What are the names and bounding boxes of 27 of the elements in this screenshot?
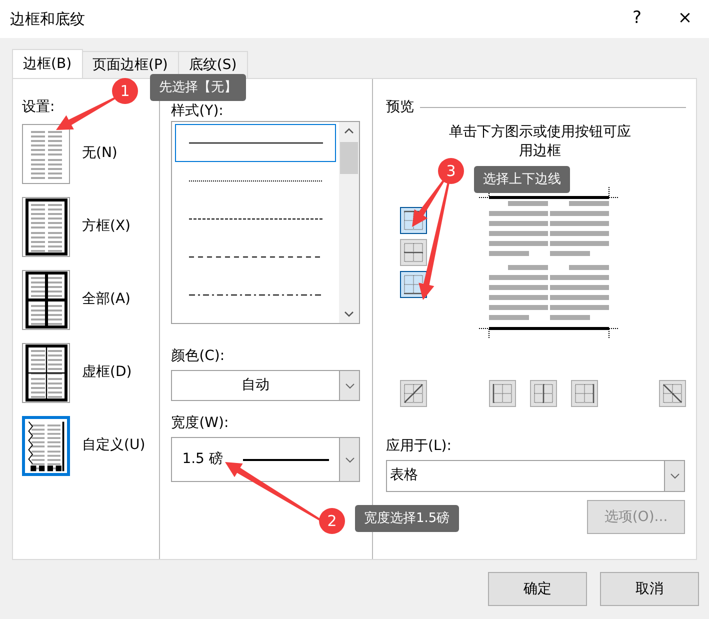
settings-label: 设置: (22, 98, 55, 117)
apply-to-value: 表格 (390, 467, 418, 483)
dialog-button[interactable]: 确定 (488, 572, 587, 606)
callout-bubble: 选择上下边线 (474, 166, 570, 193)
color-label: 颜色(C): (171, 347, 225, 366)
callout-bubble: 先选择【无】 (150, 74, 246, 101)
preview-hint: 单击下方图示或使用按钮可应用边框 (448, 123, 632, 161)
setting-label: 无(N) (82, 144, 118, 163)
apply-to-label: 应用于(L): (386, 437, 452, 456)
preview-label: 预览 (386, 98, 414, 117)
color-value: 自动 (242, 376, 270, 395)
setting-label: 方框(X) (82, 217, 131, 236)
dialog-button[interactable]: 取消 (600, 572, 699, 606)
width-label: 宽度(W): (171, 414, 229, 433)
close-button[interactable]: × (661, 5, 709, 33)
setting-label: 全部(A) (82, 290, 131, 309)
apply-to-dropdown[interactable]: 表格 (386, 460, 685, 492)
window-title: 边框和底纹 (10, 8, 86, 30)
style-label: 样式(Y): (171, 102, 224, 121)
callout-bubble: 宽度选择1.5磅 (355, 505, 459, 532)
setting-label: 自定义(U) (82, 436, 146, 455)
width-value: 1.5 磅 (182, 450, 223, 469)
color-dropdown[interactable]: 自动 (171, 370, 360, 401)
width-dropdown[interactable]: 1.5 磅 (171, 437, 360, 482)
setting-label: 虚框(D) (82, 363, 132, 382)
help-button[interactable]: ? (613, 5, 661, 33)
tab[interactable]: 边框(B) (12, 49, 83, 78)
